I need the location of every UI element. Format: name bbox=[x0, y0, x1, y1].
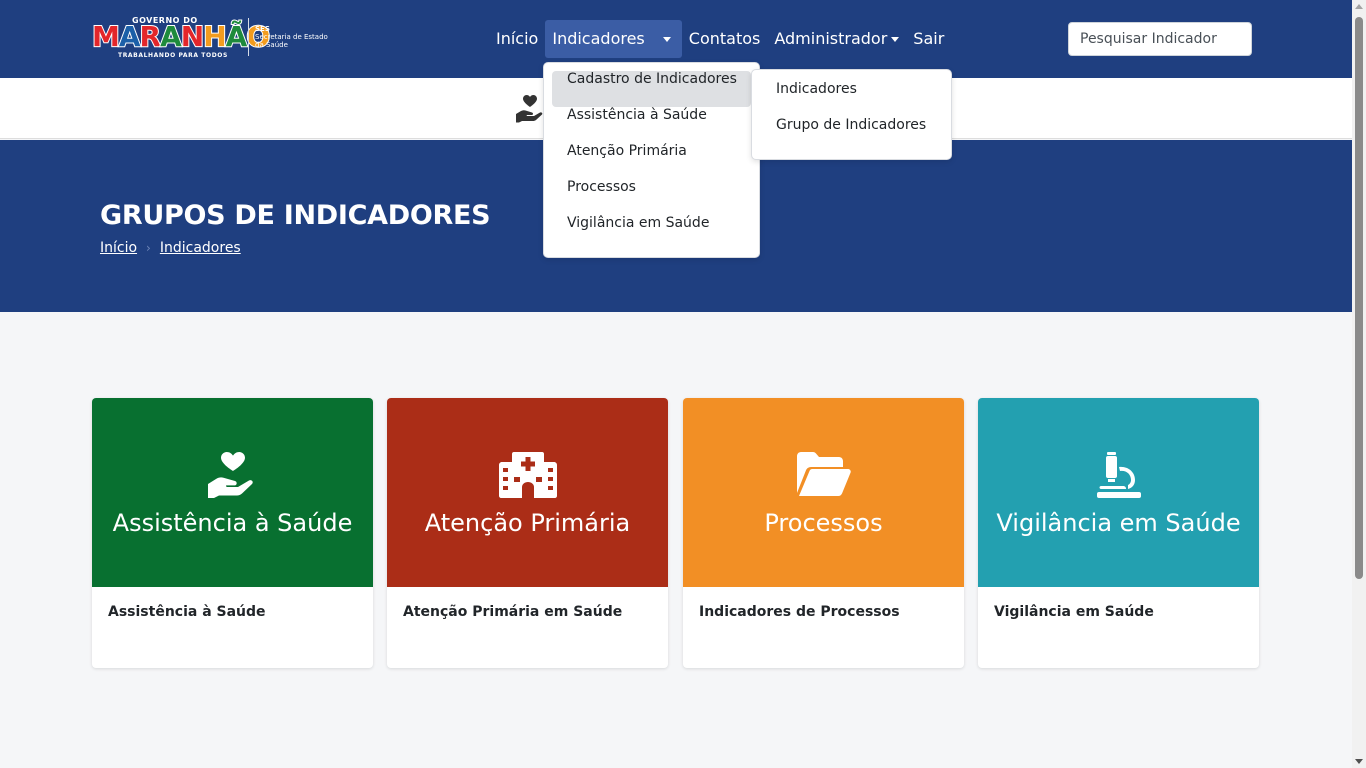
card-header: Atenção Primária bbox=[387, 398, 668, 587]
ses-label: SES Secretaria de Estado da Saúde bbox=[255, 25, 335, 49]
card-header: Vigilância em Saúde bbox=[978, 398, 1259, 587]
nav-inicio[interactable]: Início bbox=[489, 20, 545, 58]
dropdown-item-assistencia[interactable]: Assistência à Saúde bbox=[544, 107, 759, 143]
card-header: Processos bbox=[683, 398, 964, 587]
card-description: Atenção Primária em Saúde bbox=[403, 604, 623, 620]
nav-indicadores-toggle[interactable] bbox=[652, 20, 682, 58]
card-description: Indicadores de Processos bbox=[699, 604, 900, 620]
hand-holding-heart-icon bbox=[207, 452, 253, 498]
cadastro-submenu: Indicadores Grupo de Indicadores bbox=[751, 69, 952, 160]
card-title: Atenção Primária bbox=[424, 509, 631, 537]
breadcrumb: Início › Indicadores bbox=[100, 240, 241, 256]
logo-letter: M bbox=[91, 20, 121, 53]
card-header: Assistência à Saúde bbox=[92, 398, 373, 587]
chevron-right-icon: › bbox=[146, 241, 151, 255]
breadcrumb-inicio[interactable]: Início bbox=[100, 240, 137, 256]
scroll-up-arrow-icon[interactable] bbox=[1355, 4, 1363, 9]
nav-indicadores[interactable]: Indicadores bbox=[545, 20, 682, 58]
logo-letter: Ã bbox=[225, 20, 249, 53]
submenu-item-indicadores[interactable]: Indicadores bbox=[752, 81, 951, 117]
dropdown-item-atencao[interactable]: Atenção Primária bbox=[544, 143, 759, 179]
ses-full: Secretaria de Estado da Saúde bbox=[255, 33, 328, 49]
nav-administrador-label: Administrador bbox=[774, 29, 888, 48]
nav-sair[interactable]: Sair bbox=[906, 20, 951, 58]
card-atencao[interactable]: Atenção Primária Atenção Primária em Saú… bbox=[387, 398, 668, 668]
breadcrumb-indicadores[interactable]: Indicadores bbox=[160, 240, 241, 256]
dropdown-item-processos[interactable]: Processos bbox=[544, 179, 759, 215]
search-input[interactable] bbox=[1068, 22, 1252, 56]
logo-divider bbox=[248, 18, 249, 56]
main-nav: Início Indicadores Contatos Administrado… bbox=[489, 20, 951, 58]
chevron-down-icon bbox=[662, 36, 671, 42]
page-title: GRUPOS DE INDICADORES bbox=[100, 200, 491, 231]
scroll-down-arrow-icon[interactable] bbox=[1355, 759, 1363, 764]
card-title: Assistência à Saúde bbox=[112, 509, 353, 537]
nav-indicadores-label: Indicadores bbox=[552, 29, 645, 48]
page-scrollbar[interactable] bbox=[1352, 0, 1366, 768]
card-description: Assistência à Saúde bbox=[108, 604, 266, 620]
card-description: Vigilância em Saúde bbox=[994, 604, 1154, 620]
hospital-icon bbox=[498, 452, 557, 498]
card-assistencia[interactable]: Assistência à Saúde Assistência à Saúde bbox=[92, 398, 373, 668]
folder-open-icon bbox=[796, 452, 851, 496]
card-title: Vigilância em Saúde bbox=[996, 509, 1241, 537]
submenu-item-grupo[interactable]: Grupo de Indicadores bbox=[752, 117, 951, 153]
card-title: Processos bbox=[764, 509, 883, 537]
microscope-icon bbox=[1096, 452, 1141, 498]
card-processos[interactable]: Processos Indicadores de Processos bbox=[683, 398, 964, 668]
nav-contatos[interactable]: Contatos bbox=[682, 20, 768, 58]
dropdown-item-vigilancia[interactable]: Vigilância em Saúde bbox=[544, 215, 759, 251]
logo-top-text: GOVERNO DO bbox=[132, 16, 198, 25]
logo-wordmark: MARANHÃO bbox=[91, 20, 271, 53]
maranhao-logo[interactable]: MARANHÃO GOVERNO DO TRABALHANDO PARA TOD… bbox=[91, 16, 335, 62]
scrollbar-thumb[interactable] bbox=[1355, 17, 1363, 579]
dropdown-item-cadastro[interactable]: Cadastro de Indicadores bbox=[552, 71, 751, 107]
logo-tagline: TRABALHANDO PARA TODOS bbox=[118, 52, 228, 59]
logo-letter: H bbox=[202, 20, 227, 53]
indicadores-dropdown: Cadastro de Indicadores Assistência à Sa… bbox=[543, 62, 760, 258]
chevron-down-icon bbox=[891, 37, 900, 42]
card-vigilancia[interactable]: Vigilância em Saúde Vigilância em Saúde bbox=[978, 398, 1259, 668]
ses-short: SES bbox=[255, 25, 270, 33]
hand-holding-heart-icon bbox=[516, 95, 543, 123]
nav-administrador[interactable]: Administrador bbox=[767, 20, 906, 58]
